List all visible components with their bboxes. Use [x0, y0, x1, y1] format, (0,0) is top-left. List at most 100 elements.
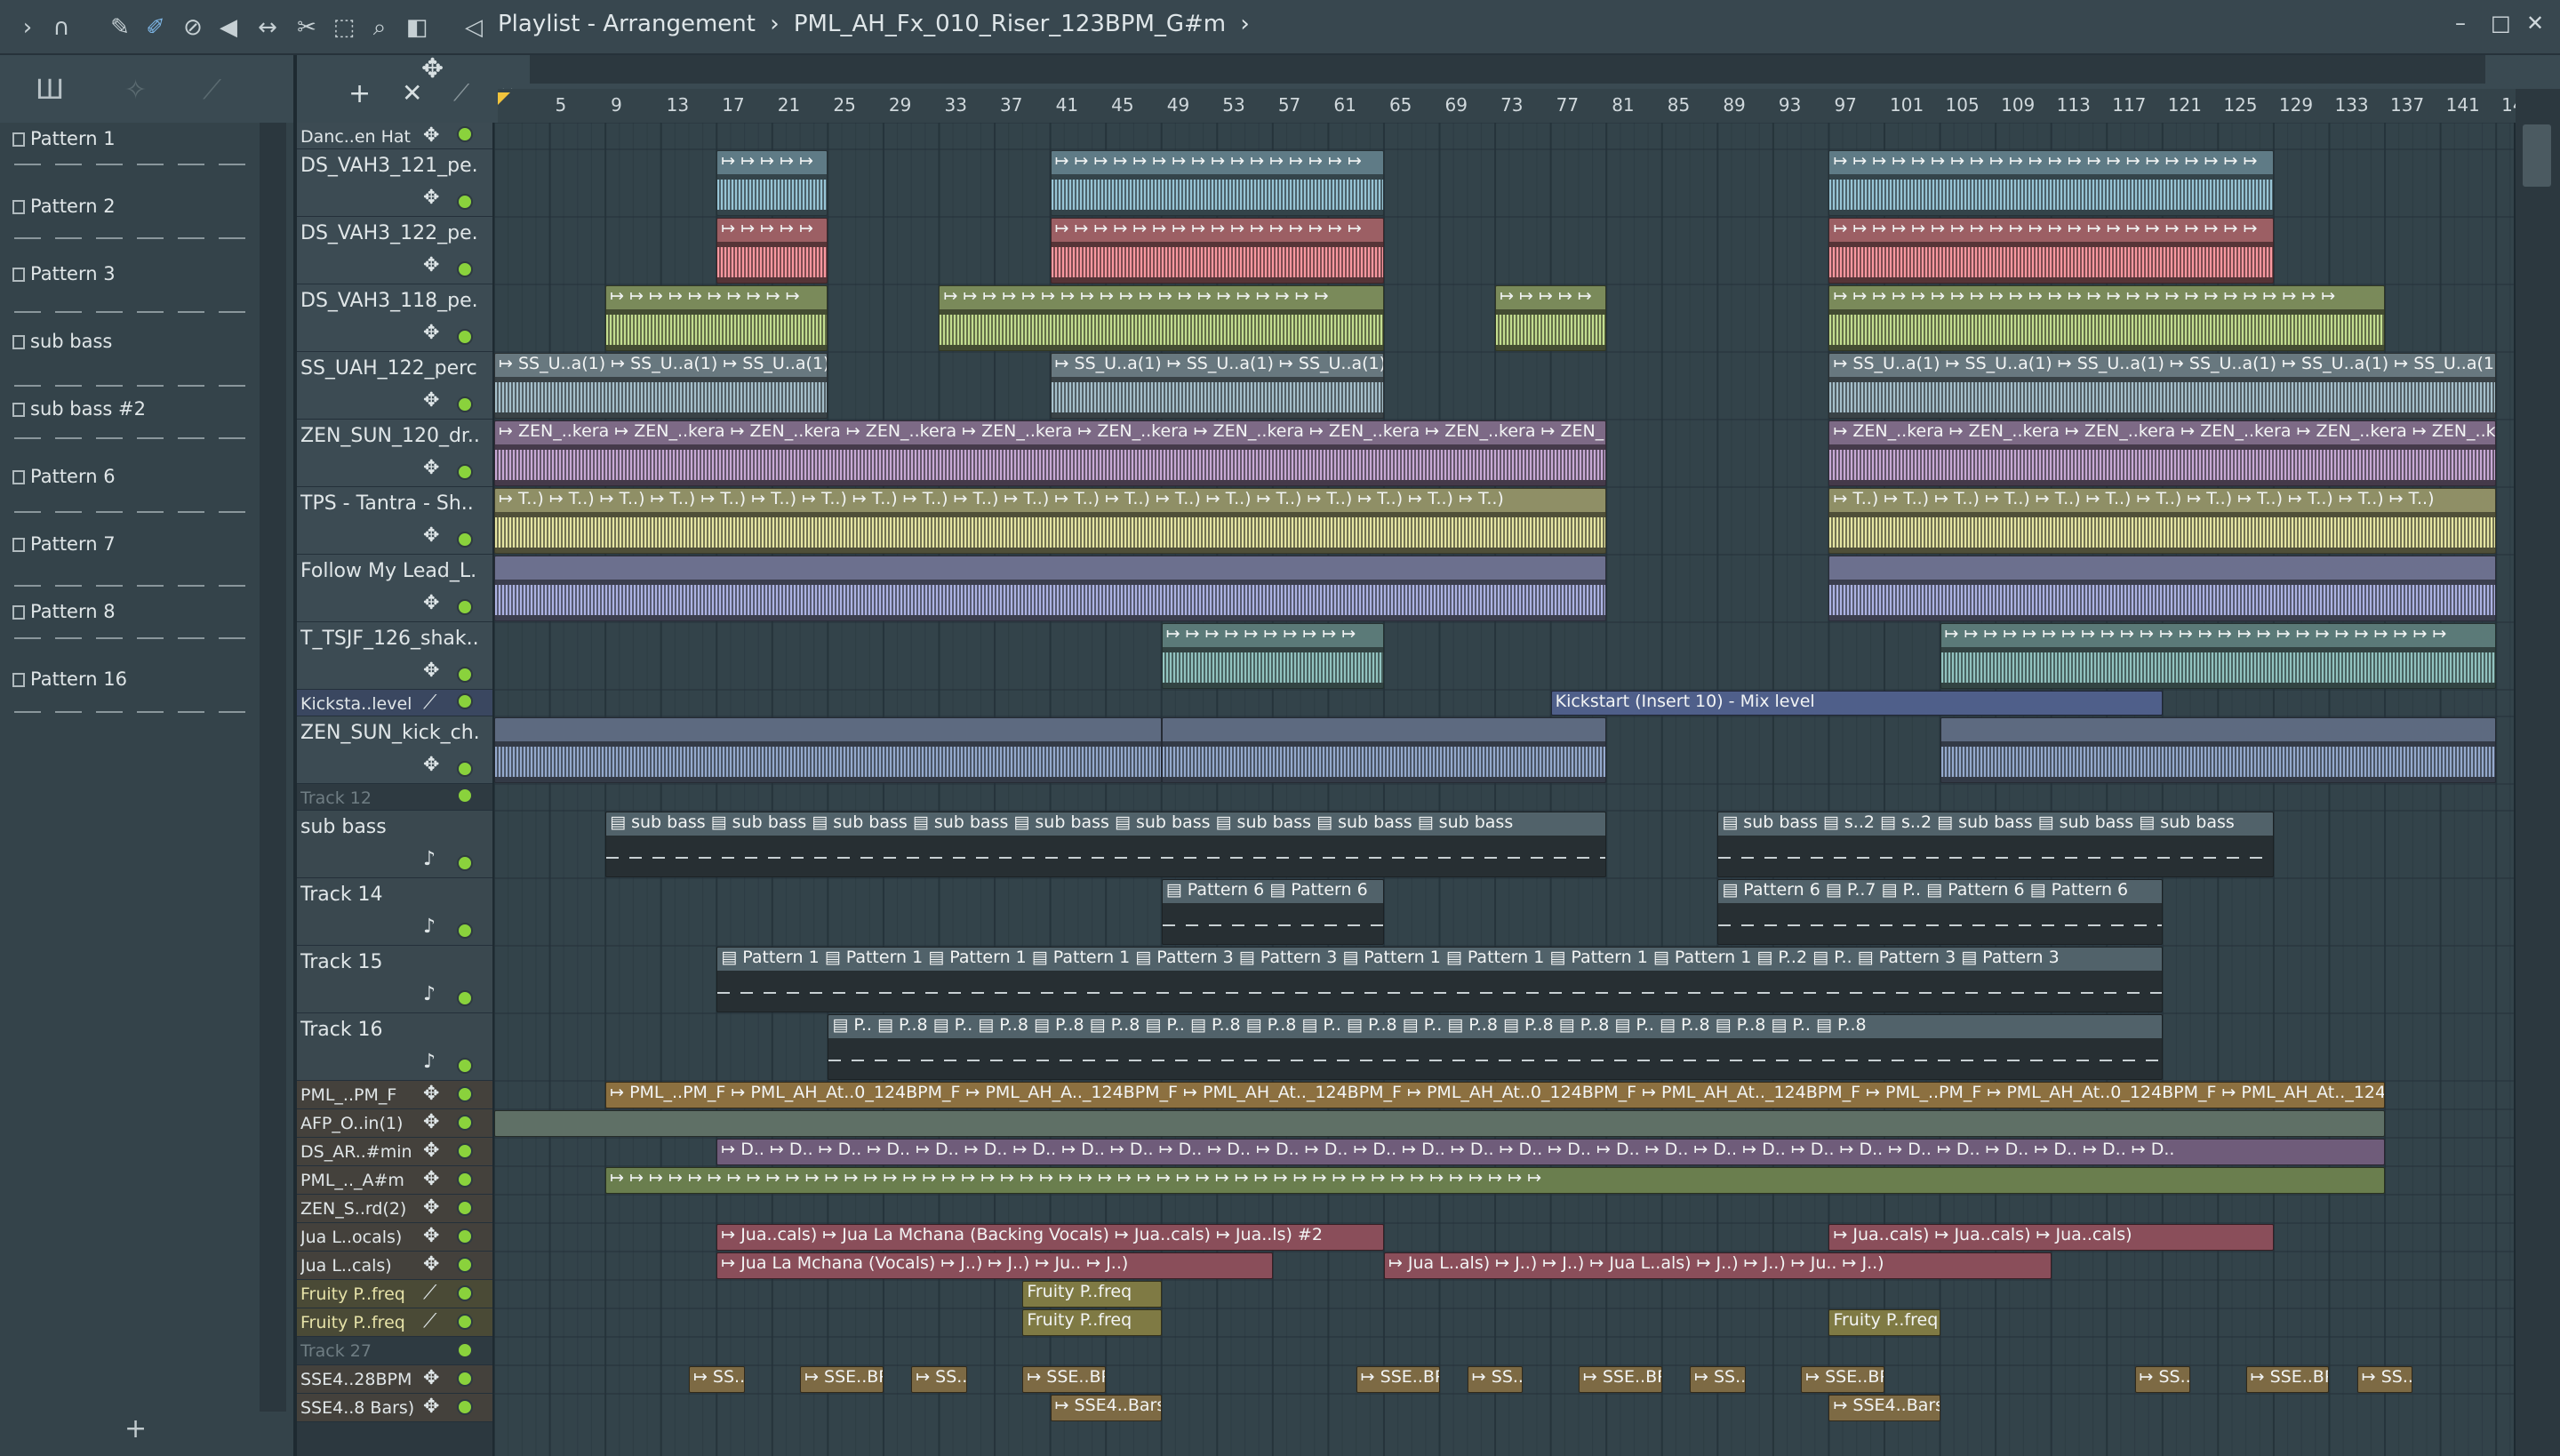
playlist-clip[interactable]: ↦ ↦ ↦ ↦ ↦ ↦ ↦ ↦ ↦ ↦ ↦ ↦ ↦ ↦ ↦ ↦ ↦ ↦ ↦ ↦ …	[1828, 218, 2274, 284]
playlist-clip[interactable]: ↦ ↦ ↦ ↦ ↦ ↦ ↦ ↦ ↦ ↦ ↦ ↦ ↦ ↦ ↦ ↦ ↦ ↦ ↦ ↦ …	[1828, 285, 2386, 351]
track-header[interactable]: Jua L..cals) ✥	[297, 1252, 492, 1280]
playlist-clip[interactable]	[1161, 717, 1607, 783]
pattern-item[interactable]: Pattern 16	[12, 668, 252, 695]
track-mute-button[interactable]	[457, 194, 473, 210]
playlist-clip[interactable]: ↦ PML_..PM_F ↦ PML_AH_At..0_124BPM_F ↦ P…	[605, 1082, 2386, 1108]
playlist-clip[interactable]: ↦ ↦ ↦ ↦ ↦	[716, 218, 828, 284]
track-header[interactable]: Kicksta..level ⟋	[297, 690, 492, 716]
picker-scrollbar[interactable]	[260, 123, 286, 1412]
track-header[interactable]: Jua L..ocals) ✥	[297, 1223, 492, 1252]
track-mute-button[interactable]	[457, 990, 473, 1006]
track-mute-button[interactable]	[457, 532, 473, 548]
track-header[interactable]: DS_VAH3_118_pe.. ✥	[297, 284, 492, 352]
playlist-clip[interactable]: ↦ T..) ↦ T..) ↦ T..) ↦ T..) ↦ T..) ↦ T..…	[494, 488, 1607, 554]
track-mute-button[interactable]	[457, 1172, 473, 1188]
track-mute-button[interactable]	[457, 923, 473, 939]
track-mute-button[interactable]	[457, 1228, 473, 1244]
bar-ruler[interactable]: 5 9 13 17 21 25 29 33 37 41 45 49 53 57 61 65 69 73 77 81 85…	[498, 89, 2524, 123]
track-name[interactable]: ZEN_SUN_kick_ch..	[300, 722, 478, 744]
playlist-clip[interactable]: ↦ ↦ ↦ ↦ ↦ ↦ ↦ ↦ ↦ ↦ ↦ ↦ ↦ ↦ ↦ ↦ ↦ ↦ ↦ ↦ …	[605, 1167, 2386, 1194]
playlist-clip[interactable]	[1828, 556, 2497, 621]
track-header[interactable]: Danc..en Hat ✥	[297, 123, 492, 149]
playlist-clip[interactable]: ↦ SS..M	[1690, 1366, 1746, 1393]
playlist-clip[interactable]: ↦ SSE..BPM	[1578, 1366, 1662, 1393]
maximize-button[interactable]: □	[2491, 11, 2511, 36]
track-mute-button[interactable]	[457, 1143, 473, 1159]
track-header[interactable]: T_TSJF_126_shak.. ✥	[297, 622, 492, 690]
track-name[interactable]: Follow My Lead_L..	[300, 560, 478, 582]
track-name[interactable]: DS_VAH3_122_pe..	[300, 222, 478, 244]
track-header[interactable]: SS_UAH_122_perc.. ✥	[297, 352, 492, 420]
playlist-clip[interactable]: ↦ SSE..BPM	[1801, 1366, 1884, 1393]
track-name[interactable]: DS_VAH3_118_pe..	[300, 290, 478, 312]
track-mute-button[interactable]	[457, 396, 473, 412]
track-mute-button[interactable]	[457, 1058, 473, 1074]
playlist-clip[interactable]: ↦ ↦ ↦ ↦ ↦ ↦ ↦ ↦ ↦ ↦	[1161, 623, 1384, 689]
zoom-icon[interactable]: ⌕	[364, 12, 395, 43]
mute-icon[interactable]: ◀	[213, 12, 244, 43]
track-header[interactable]: sub bass ♪	[297, 811, 492, 878]
playlist-clip[interactable]: ↦ SS..M	[2134, 1366, 2191, 1393]
track-header[interactable]: ZEN_SUN_120_dr.. ✥	[297, 420, 492, 487]
snap-icon[interactable]: ✥	[421, 53, 444, 84]
track-mute-button[interactable]	[457, 126, 473, 142]
playlist-clip[interactable]: ↦ SS_U..a(1) ↦ SS_U..a(1) ↦ SS_U..a(1) ↦…	[1828, 353, 2497, 419]
playlist-clip[interactable]: ↦ Jua..cals) ↦ Jua..cals) ↦ Jua..cals)	[1828, 1224, 2274, 1251]
close-button[interactable]: ✕	[2526, 11, 2544, 36]
playlist-clip[interactable]: ▤ P.. ▤ P..8 ▤ P.. ▤ P..8 ▤ P..8 ▤ P..8 …	[828, 1014, 2163, 1080]
speaker-icon[interactable]: ◁	[459, 12, 489, 43]
track-name[interactable]: DS_VAH3_121_pe..	[300, 155, 478, 177]
track-mute-button[interactable]	[457, 1342, 473, 1358]
track-name[interactable]: Track 16	[300, 1019, 478, 1041]
scroll-thumb[interactable]	[2523, 124, 2551, 187]
playlist-clip[interactable]: ▤ sub bass ▤ sub bass ▤ sub bass ▤ sub b…	[605, 812, 1607, 877]
playlist-clip[interactable]: ↦ SSE..BPM	[1022, 1366, 1107, 1393]
horizontal-scrollbar[interactable]	[530, 55, 2485, 84]
playlist-clip[interactable]: ▤ Pattern 6 ▤ P..7 ▤ P.. ▤ Pattern 6 ▤ P…	[1717, 879, 2163, 945]
track-name[interactable]: ZEN_S..rd(2)	[300, 1199, 478, 1219]
add-track-icon[interactable]: +	[348, 78, 371, 109]
track-name[interactable]: T_TSJF_126_shak..	[300, 628, 478, 650]
slice-icon[interactable]: ✂	[292, 12, 322, 43]
track-name[interactable]: TPS - Tantra - Sh..	[300, 492, 478, 515]
playlist-clip[interactable]	[494, 556, 1607, 621]
link-icon[interactable]: ⟋	[453, 80, 469, 108]
track-header[interactable]: TPS - Tantra - Sh.. ✥	[297, 487, 492, 555]
pattern-item[interactable]: Pattern 2	[12, 196, 252, 222]
playlist-clip[interactable]: ↦ SS_U..a(1) ↦ SS_U..a(1) ↦ SS_U..a(1)	[494, 353, 828, 419]
pattern-item[interactable]: Pattern 7	[12, 533, 252, 560]
track-header[interactable]: DS_VAH3_122_pe.. ✥	[297, 217, 492, 284]
track-mute-button[interactable]	[457, 1399, 473, 1415]
pattern-item[interactable]: Pattern 8	[12, 601, 252, 628]
track-name[interactable]: Jua L..ocals)	[300, 1228, 478, 1247]
playlist-clip[interactable]: ↦ SSE4..Bars)	[1828, 1395, 1940, 1421]
track-header[interactable]: SSE4..28BPM ✥	[297, 1365, 492, 1394]
track-name[interactable]: AFP_O..in(1)	[300, 1114, 478, 1133]
track-mute-button[interactable]	[457, 1086, 473, 1102]
track-header[interactable]: DS_VAH3_121_pe.. ✥	[297, 149, 492, 217]
playlist-clip[interactable]: ↦ ↦ ↦ ↦ ↦ ↦ ↦ ↦ ↦ ↦ ↦ ↦ ↦ ↦ ↦ ↦ ↦ ↦ ↦ ↦ …	[1940, 623, 2497, 689]
track-header[interactable]: Track 14 ♪	[297, 878, 492, 946]
playlist-clip[interactable]: Fruity P..freq	[1022, 1281, 1162, 1308]
play-arrow-icon[interactable]: ›	[12, 12, 43, 43]
track-name[interactable]: Track 14	[300, 884, 478, 906]
playlist-clip[interactable]: ↦ SSE..BPM	[2245, 1366, 2330, 1393]
playlist-clip[interactable]: ↦ ZEN_..kera ↦ ZEN_..kera ↦ ZEN_..kera ↦…	[494, 420, 1607, 486]
playlist-clip[interactable]: ↦ T..) ↦ T..) ↦ T..) ↦ T..) ↦ T..) ↦ T..…	[1828, 488, 2497, 554]
track-mute-button[interactable]	[457, 855, 473, 871]
track-mute-button[interactable]	[457, 693, 473, 709]
playlist-clip[interactable]: Fruity P..freq	[1828, 1309, 1940, 1336]
track-name[interactable]: PML_.._A#m	[300, 1171, 478, 1190]
track-mute-button[interactable]	[457, 761, 473, 777]
track-header[interactable]: PML_.._A#m ✥	[297, 1166, 492, 1195]
playlist-clip[interactable]: ↦ D.. ↦ D.. ↦ D.. ↦ D.. ↦ D.. ↦ D.. ↦ D.…	[716, 1139, 2386, 1165]
playlist-clip[interactable]: ↦ ↦ ↦ ↦ ↦ ↦ ↦ ↦ ↦ ↦	[605, 285, 828, 351]
delete-icon[interactable]: ⊘	[178, 12, 208, 43]
track-mute-button[interactable]	[457, 788, 473, 804]
playlist-clip[interactable]: ↦ SS..M	[1467, 1366, 1524, 1393]
slip-icon[interactable]: ↔	[252, 12, 283, 43]
track-mute-button[interactable]	[457, 329, 473, 345]
playlist-clip[interactable]: ↦ Jua..cals) ↦ Jua La Mchana (Backing Vo…	[716, 1224, 1384, 1251]
automation-view-icon[interactable]: ⟋	[203, 75, 221, 106]
track-mute-button[interactable]	[457, 667, 473, 683]
